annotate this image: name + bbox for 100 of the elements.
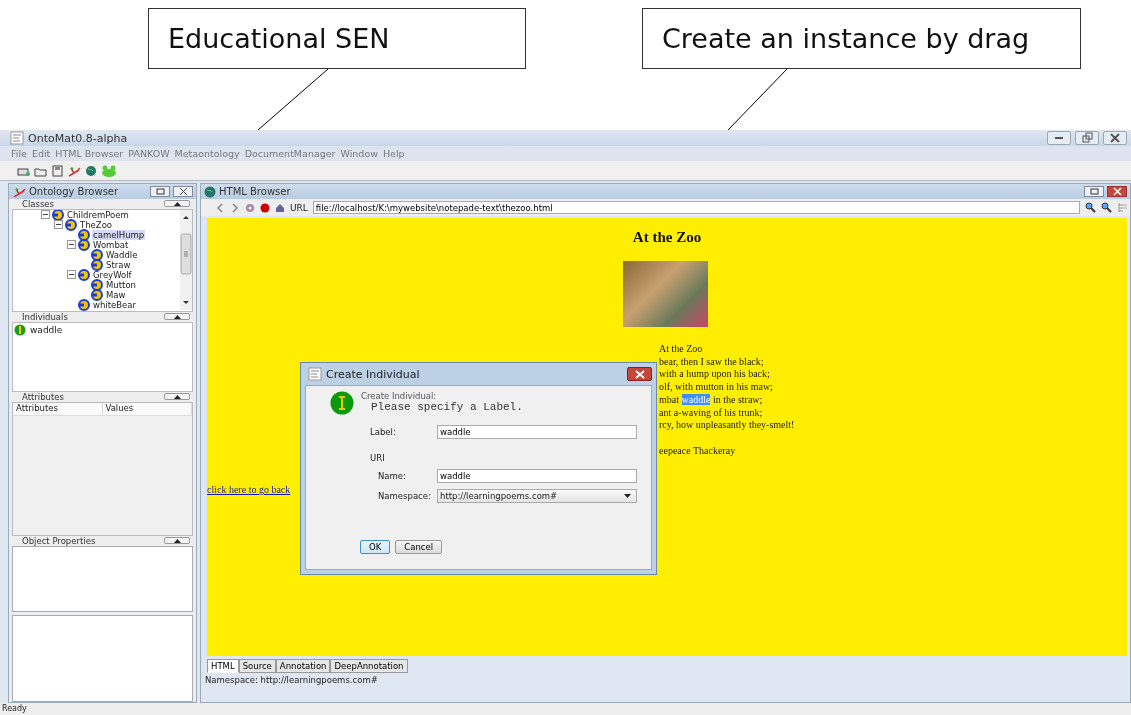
tree-item[interactable]: Straw bbox=[105, 259, 132, 270]
page-heading: At the Zoo bbox=[631, 229, 703, 246]
collapse-icon[interactable] bbox=[41, 210, 50, 220]
class-icon bbox=[91, 258, 103, 271]
tree-item[interactable]: Mutton bbox=[105, 279, 137, 290]
tree-item[interactable]: camelHump bbox=[92, 229, 146, 240]
collapse-button[interactable] bbox=[164, 313, 190, 320]
menu-item[interactable]: Metaontology bbox=[174, 148, 240, 159]
close-button[interactable] bbox=[1107, 186, 1127, 197]
poem-text: bear, then I saw the black; bbox=[659, 355, 764, 367]
class-icon bbox=[78, 238, 90, 251]
poem-text: At the Zoo bbox=[659, 343, 703, 354]
list-item[interactable]: waddle bbox=[30, 324, 63, 335]
poem-text: mbat bbox=[659, 393, 680, 405]
window-title: OntoMat0.8-alpha bbox=[28, 131, 128, 145]
app-icon bbox=[10, 131, 24, 145]
close-button[interactable] bbox=[173, 185, 193, 197]
outline-icon bbox=[1117, 202, 1128, 213]
globe-icon bbox=[204, 185, 216, 198]
section-title: Attributes bbox=[22, 391, 64, 402]
namespace-text: Namespace: http://learningpoems.com# bbox=[204, 674, 379, 687]
minimize-button[interactable] bbox=[1047, 131, 1071, 145]
tree-item[interactable]: ChildremPoem bbox=[66, 209, 130, 220]
class-icon bbox=[52, 209, 64, 221]
url-label: URL bbox=[290, 202, 308, 213]
menu-item[interactable]: File bbox=[11, 148, 27, 159]
annotation-callout: Create an instance by drag bbox=[642, 8, 1081, 69]
input-field[interactable]: waddle bbox=[437, 425, 637, 439]
class-icon bbox=[78, 268, 90, 281]
panel-title: HTML Browser bbox=[219, 186, 291, 197]
maximize-button[interactable] bbox=[1084, 186, 1104, 197]
toolbar-button[interactable] bbox=[84, 163, 98, 178]
section-title: Object Properties bbox=[22, 535, 96, 546]
tree-item[interactable]: Maw bbox=[105, 289, 127, 300]
back-link[interactable]: click here to go back bbox=[207, 484, 291, 496]
poem-text: rcy, how unpleasantly they-smelt! bbox=[659, 419, 795, 431]
collapse-icon[interactable] bbox=[67, 270, 76, 280]
column-header[interactable]: Values bbox=[102, 402, 192, 415]
dialog-heading: Create Individual: bbox=[361, 391, 438, 401]
field-label: Name: bbox=[378, 471, 407, 481]
triangle-icon bbox=[173, 314, 181, 319]
leader-line bbox=[257, 68, 329, 130]
close-button[interactable] bbox=[627, 367, 652, 381]
menu-item[interactable]: DocumentManager bbox=[244, 148, 336, 159]
class-icon bbox=[78, 298, 90, 311]
collapse-button[interactable] bbox=[164, 537, 190, 545]
maximize-icon bbox=[1089, 187, 1099, 196]
tab[interactable]: Annotation bbox=[275, 659, 331, 673]
ok-button[interactable]: OK bbox=[360, 540, 391, 554]
section-title: Individuals bbox=[22, 311, 68, 322]
toolbar-button[interactable] bbox=[50, 163, 64, 178]
stop-button[interactable] bbox=[260, 202, 270, 213]
cancel-button[interactable]: Cancel bbox=[395, 540, 443, 554]
class-icon bbox=[91, 248, 103, 261]
url-field[interactable]: file://localhost/K:\mywebsite\notepade-text\thezoo.html bbox=[312, 201, 1080, 214]
restore-icon bbox=[1081, 132, 1093, 144]
collapse-icon[interactable] bbox=[54, 220, 63, 230]
collapse-button[interactable] bbox=[164, 393, 190, 401]
tab[interactable]: Source bbox=[238, 659, 276, 673]
triangle-icon bbox=[173, 394, 181, 399]
dialog-title: Create Individual bbox=[326, 367, 420, 381]
collapse-icon[interactable] bbox=[67, 240, 76, 250]
tree-item[interactable]: Waddle bbox=[105, 249, 139, 260]
home-button[interactable] bbox=[275, 202, 285, 213]
field-label: Namespace: bbox=[378, 491, 432, 501]
triangle-icon bbox=[173, 538, 181, 543]
field-label: Label: bbox=[370, 427, 397, 437]
restore-button[interactable] bbox=[1075, 131, 1099, 145]
panel-title: Ontology Browser bbox=[29, 185, 119, 197]
menu-item[interactable]: Edit bbox=[31, 148, 51, 159]
close-icon bbox=[634, 369, 645, 379]
tree-item[interactable]: TheZoo bbox=[79, 219, 114, 230]
back-icon bbox=[215, 202, 225, 213]
poem-text: eepeace Thackeray bbox=[659, 444, 736, 456]
status-text: Ready bbox=[0, 703, 1131, 715]
refresh-button[interactable] bbox=[245, 202, 255, 213]
back-button[interactable] bbox=[215, 202, 225, 213]
tree-item[interactable]: GreyWolf bbox=[92, 269, 133, 280]
zoom-out-button[interactable] bbox=[1101, 202, 1112, 213]
input-field[interactable]: waddle bbox=[437, 469, 637, 483]
column-header[interactable]: Attributes bbox=[13, 402, 103, 415]
home-icon bbox=[275, 202, 285, 213]
tree-item[interactable]: Wombat bbox=[92, 239, 130, 250]
menu-item[interactable]: PANKOW bbox=[128, 148, 170, 159]
collapse-button[interactable] bbox=[164, 200, 190, 208]
namespace-dropdown[interactable]: http://learningpoems.com# bbox=[437, 489, 637, 503]
poem-text: with a hump upon his back; bbox=[659, 368, 770, 380]
class-icon bbox=[91, 278, 103, 291]
individual-icon bbox=[330, 391, 354, 415]
section-label: URI bbox=[370, 453, 386, 463]
close-button[interactable] bbox=[1103, 131, 1127, 145]
forward-button[interactable] bbox=[230, 202, 240, 213]
tab[interactable]: DeepAnnotation bbox=[330, 659, 408, 673]
zoom-in-button[interactable] bbox=[1085, 202, 1096, 213]
class-icon bbox=[91, 288, 103, 301]
menu-item[interactable]: Window bbox=[340, 148, 378, 159]
tab[interactable]: HTML bbox=[207, 659, 239, 673]
menu-item[interactable]: Help bbox=[382, 148, 405, 159]
menu-item[interactable]: HTML Browser bbox=[55, 148, 124, 159]
tree-item[interactable]: whiteBear bbox=[92, 299, 138, 310]
